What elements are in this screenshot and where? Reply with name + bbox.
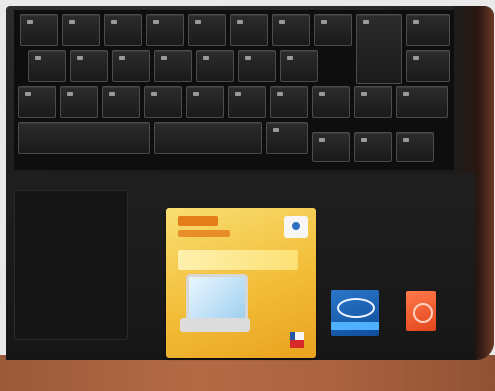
key-glyph [319, 138, 325, 142]
os-badge-mark [413, 303, 433, 323]
keyboard-key [272, 14, 310, 46]
key-glyph [77, 56, 83, 60]
processor-badge-icon [331, 290, 379, 336]
key-glyph [67, 92, 73, 96]
keyboard-key [230, 14, 268, 46]
processor-badge-ring [337, 298, 375, 318]
key-glyph [319, 92, 325, 96]
key-glyph [69, 20, 75, 24]
keyboard [14, 10, 454, 170]
key-glyph [153, 20, 159, 24]
key-glyph [35, 56, 41, 60]
key-glyph [203, 56, 209, 60]
keyboard-key [354, 86, 392, 118]
os-badge-icon [406, 291, 436, 331]
processor-badge-strip [331, 322, 379, 330]
keyboard-key [18, 86, 56, 118]
sticker-badge [284, 216, 308, 238]
key-glyph [193, 92, 199, 96]
keyboard-key [154, 50, 192, 82]
keyboard-key [112, 50, 150, 82]
key-glyph [413, 56, 419, 60]
key-glyph [195, 20, 201, 24]
keyboard-key [280, 50, 318, 82]
keyboard-key [104, 14, 142, 46]
keyboard-key [102, 86, 140, 118]
key-glyph [161, 56, 167, 60]
key-glyph [245, 56, 251, 60]
key-glyph [361, 138, 367, 142]
keyboard-key [62, 14, 100, 46]
flag-bottom [290, 340, 304, 348]
key-glyph [109, 92, 115, 96]
key-glyph [363, 20, 369, 24]
enter-key [356, 14, 402, 84]
keyboard-key [18, 122, 150, 154]
keyboard-key [28, 50, 66, 82]
arrow-left-key [312, 132, 350, 162]
touchpad [14, 190, 128, 340]
keyboard-key [314, 14, 352, 46]
keyboard-key [60, 86, 98, 118]
key-glyph [277, 92, 283, 96]
key-glyph [27, 20, 33, 24]
key-glyph [403, 138, 409, 142]
keyboard-key [312, 86, 350, 118]
keyboard-key [266, 122, 308, 154]
laptop-photo [0, 0, 495, 391]
keyboard-key [406, 50, 450, 82]
keyboard-base-icon [180, 318, 250, 332]
arrow-right-key [396, 132, 434, 162]
key-glyph [235, 92, 241, 96]
keyboard-key [406, 14, 450, 46]
badge-dot [292, 222, 300, 230]
key-glyph [111, 20, 117, 24]
keyboard-key [396, 86, 448, 118]
computer-icon [180, 274, 250, 336]
key-glyph [403, 92, 409, 96]
keyboard-key [70, 50, 108, 82]
keyboard-key [238, 50, 276, 82]
retail-program-sticker [166, 208, 316, 358]
key-glyph [413, 20, 419, 24]
key-glyph [287, 56, 293, 60]
key-glyph [273, 128, 279, 132]
keyboard-key [20, 14, 58, 46]
keyboard-key [188, 14, 226, 46]
keyboard-key [270, 86, 308, 118]
key-glyph [119, 56, 125, 60]
arrow-down-key [354, 132, 392, 162]
sticker-title-mark [178, 216, 218, 226]
wooden-table-edge [0, 355, 495, 391]
space-bar [154, 122, 262, 154]
flag-icon [290, 332, 304, 348]
monitor-icon [186, 274, 248, 322]
sticker-band [178, 250, 298, 270]
key-glyph [361, 92, 367, 96]
keyboard-key [228, 86, 266, 118]
key-glyph [25, 92, 31, 96]
keyboard-key [186, 86, 224, 118]
flag-canton [290, 332, 295, 340]
key-glyph [237, 20, 243, 24]
keyboard-key [196, 50, 234, 82]
flag-top [290, 332, 304, 340]
key-glyph [321, 20, 327, 24]
keyboard-key [146, 14, 184, 46]
keyboard-key [144, 86, 182, 118]
key-glyph [279, 20, 285, 24]
sticker-subtitle-mark [178, 230, 230, 237]
key-glyph [151, 92, 157, 96]
